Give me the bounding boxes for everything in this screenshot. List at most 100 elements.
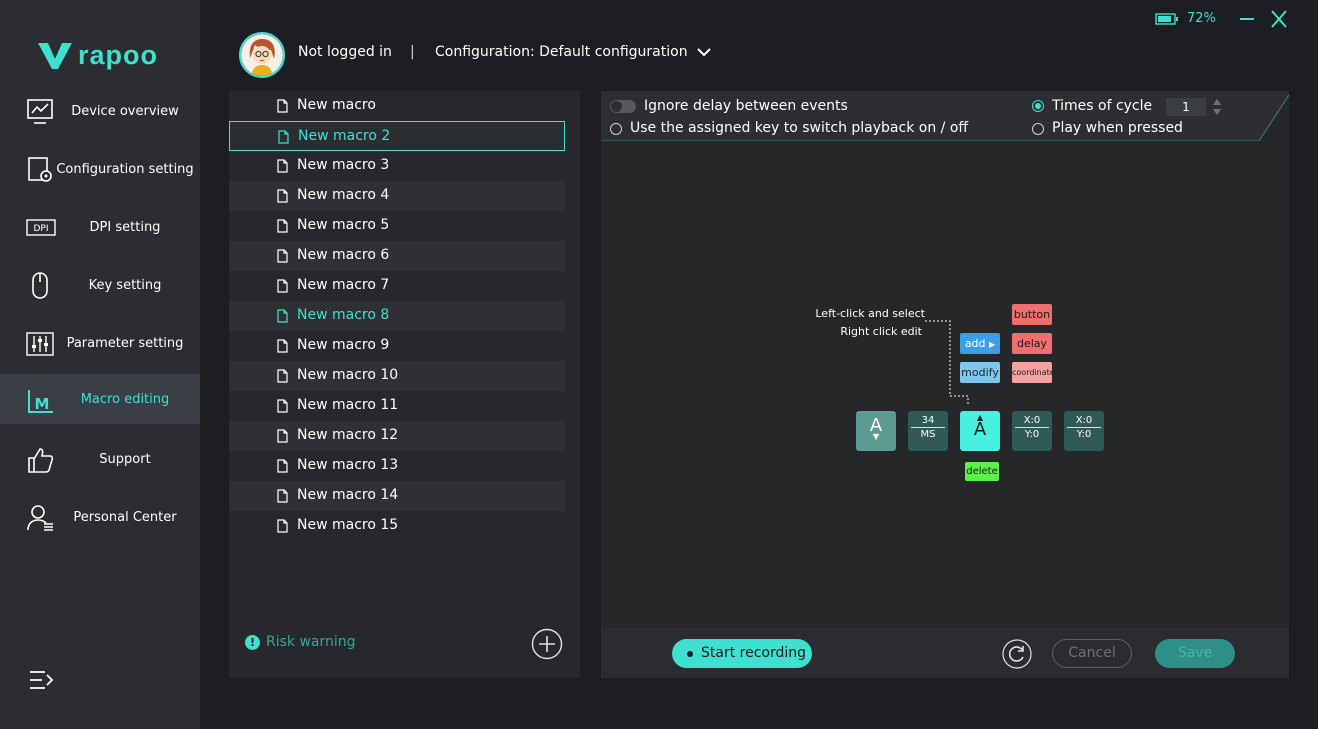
- macro-list-item[interactable]: New macro 12: [229, 421, 565, 451]
- macro-list-item[interactable]: New macro 13: [229, 451, 565, 481]
- macro-list-item[interactable]: New macro 9: [229, 331, 565, 361]
- ignore-delay-label: Ignore delay between events: [644, 98, 848, 114]
- sidebar-item-label: Support: [99, 451, 151, 467]
- macro-list-item[interactable]: New macro 3: [229, 151, 565, 181]
- macro-name: New macro 14: [297, 487, 399, 503]
- macro-block-coordinate[interactable]: X:0 Y:0: [1012, 411, 1052, 451]
- configuration-selector[interactable]: Configuration: Default configuration: [435, 44, 688, 60]
- document-icon: [277, 519, 288, 533]
- times-of-cycle-radio[interactable]: [1032, 100, 1044, 112]
- avatar[interactable]: [239, 32, 285, 78]
- save-button[interactable]: Save: [1155, 639, 1235, 668]
- coord-x: X:0: [1023, 415, 1041, 426]
- cancel-button[interactable]: Cancel: [1052, 639, 1132, 668]
- sidebar-item-device-overview[interactable]: Device overview: [0, 86, 200, 136]
- sidebar-item-label: DPI setting: [89, 219, 161, 235]
- coord-y: Y:0: [1076, 429, 1092, 440]
- sidebar-item-configuration[interactable]: Configuration setting: [0, 144, 200, 194]
- button-tag[interactable]: button: [1012, 304, 1052, 325]
- coord-x: X:0: [1075, 415, 1093, 426]
- sidebar-item-label: Key setting: [88, 277, 162, 293]
- risk-warning-label: Risk warning: [266, 634, 356, 650]
- tutorial-hint-right-click: Right click edit: [840, 325, 922, 338]
- add-tag[interactable]: add ▶: [960, 333, 1000, 354]
- coord-y: Y:0: [1024, 429, 1040, 440]
- document-icon: [277, 489, 288, 503]
- document-icon: [277, 459, 288, 473]
- macro-list-item[interactable]: New macro 7: [229, 271, 565, 301]
- assigned-key-label: Use the assigned key to switch playback …: [630, 120, 969, 136]
- macro-name: New macro 8: [297, 307, 390, 323]
- reset-icon[interactable]: [1002, 639, 1032, 669]
- macro-list-item[interactable]: New macro 2: [229, 121, 565, 151]
- macro-block-coordinate[interactable]: X:0 Y:0: [1064, 411, 1104, 451]
- assigned-key-radio[interactable]: [610, 123, 622, 135]
- caret-right-icon: ▶: [989, 340, 996, 349]
- macro-list-item[interactable]: New macro 6: [229, 241, 565, 271]
- chevron-down-icon[interactable]: [696, 45, 712, 59]
- delete-tag[interactable]: delete: [965, 462, 999, 481]
- macro-block-key-release[interactable]: ▲ A: [960, 411, 1000, 451]
- login-status[interactable]: Not logged in: [298, 44, 392, 60]
- delay-tag[interactable]: delay: [1012, 333, 1052, 354]
- macro-list-item[interactable]: New macro 4: [229, 181, 565, 211]
- start-recording-label: Start recording: [701, 645, 807, 661]
- macro-block-delay[interactable]: 34 MS: [908, 411, 948, 451]
- start-recording-button[interactable]: Start recording: [672, 639, 812, 668]
- avatar-icon: [241, 34, 283, 76]
- logo-text: rapoo: [78, 40, 159, 70]
- modify-tag[interactable]: modify: [960, 362, 1000, 383]
- document-icon: [277, 339, 288, 353]
- macro-name: New macro 11: [297, 397, 399, 413]
- sidebar-item-support[interactable]: Support: [0, 434, 200, 484]
- macro-name: New macro 6: [297, 247, 390, 263]
- battery-percent: 72%: [1187, 11, 1216, 26]
- macro-list-item[interactable]: New macro 15: [229, 511, 565, 541]
- macro-list-item[interactable]: New macro 8: [229, 301, 565, 331]
- warning-icon: !: [245, 634, 260, 650]
- document-icon: [277, 219, 288, 233]
- sidebar-item-macro[interactable]: M Macro editing: [0, 374, 200, 424]
- cycle-count-input[interactable]: 1: [1166, 98, 1206, 116]
- sidebar-item-label: Configuration setting: [56, 161, 194, 177]
- ignore-delay-toggle[interactable]: [610, 100, 636, 113]
- document-icon: [277, 309, 288, 323]
- sidebar-item-key[interactable]: Key setting: [0, 260, 200, 310]
- macro-block-key-press[interactable]: A ▼: [856, 411, 896, 451]
- macro-name: New macro 4: [297, 187, 390, 203]
- tutorial-hint-left-click: Left-click and select: [815, 307, 925, 320]
- macro-name: New macro 10: [297, 367, 399, 383]
- close-icon[interactable]: [1268, 9, 1290, 29]
- sidebar-item-label: Personal Center: [73, 509, 177, 525]
- header-separator: |: [410, 44, 415, 60]
- document-icon: [277, 189, 288, 203]
- sidebar-item-label: Parameter setting: [66, 335, 184, 351]
- rapoo-logo: rapoo: [38, 40, 158, 71]
- macro-name: New macro 2: [298, 128, 391, 144]
- minimize-icon[interactable]: [1236, 9, 1258, 29]
- macro-list-item[interactable]: New macro 11: [229, 391, 565, 421]
- macro-list-item[interactable]: New macro 10: [229, 361, 565, 391]
- times-of-cycle-label: Times of cycle: [1052, 98, 1153, 114]
- macro-name: New macro 12: [297, 427, 399, 443]
- sidebar-item-parameter[interactable]: Parameter setting: [0, 318, 200, 368]
- play-when-pressed-radio[interactable]: [1032, 123, 1044, 135]
- sidebar-item-label: Device overview: [71, 103, 179, 119]
- coordinate-tag[interactable]: coordinate: [1012, 362, 1055, 383]
- block-divider: [1015, 427, 1049, 428]
- collapse-menu-icon[interactable]: [28, 668, 54, 692]
- rapoo-v-icon: [38, 42, 72, 69]
- macro-list-item[interactable]: New macro 14: [229, 481, 565, 511]
- add-macro-icon[interactable]: [531, 628, 563, 660]
- delay-value: 34: [921, 415, 935, 426]
- risk-warning[interactable]: ! Risk warning: [245, 634, 356, 650]
- document-icon: [277, 399, 288, 413]
- sidebar-item-dpi[interactable]: DPI DPI setting: [0, 202, 200, 252]
- cycle-stepper-icon[interactable]: [1212, 97, 1222, 117]
- sidebar-item-label: Macro editing: [80, 391, 170, 407]
- macro-list-item[interactable]: New macro 5: [229, 211, 565, 241]
- macro-list-item[interactable]: New macro: [229, 91, 565, 121]
- add-tag-label: add: [964, 337, 986, 350]
- block-divider: [911, 427, 945, 428]
- sidebar-item-personal[interactable]: Personal Center: [0, 492, 200, 542]
